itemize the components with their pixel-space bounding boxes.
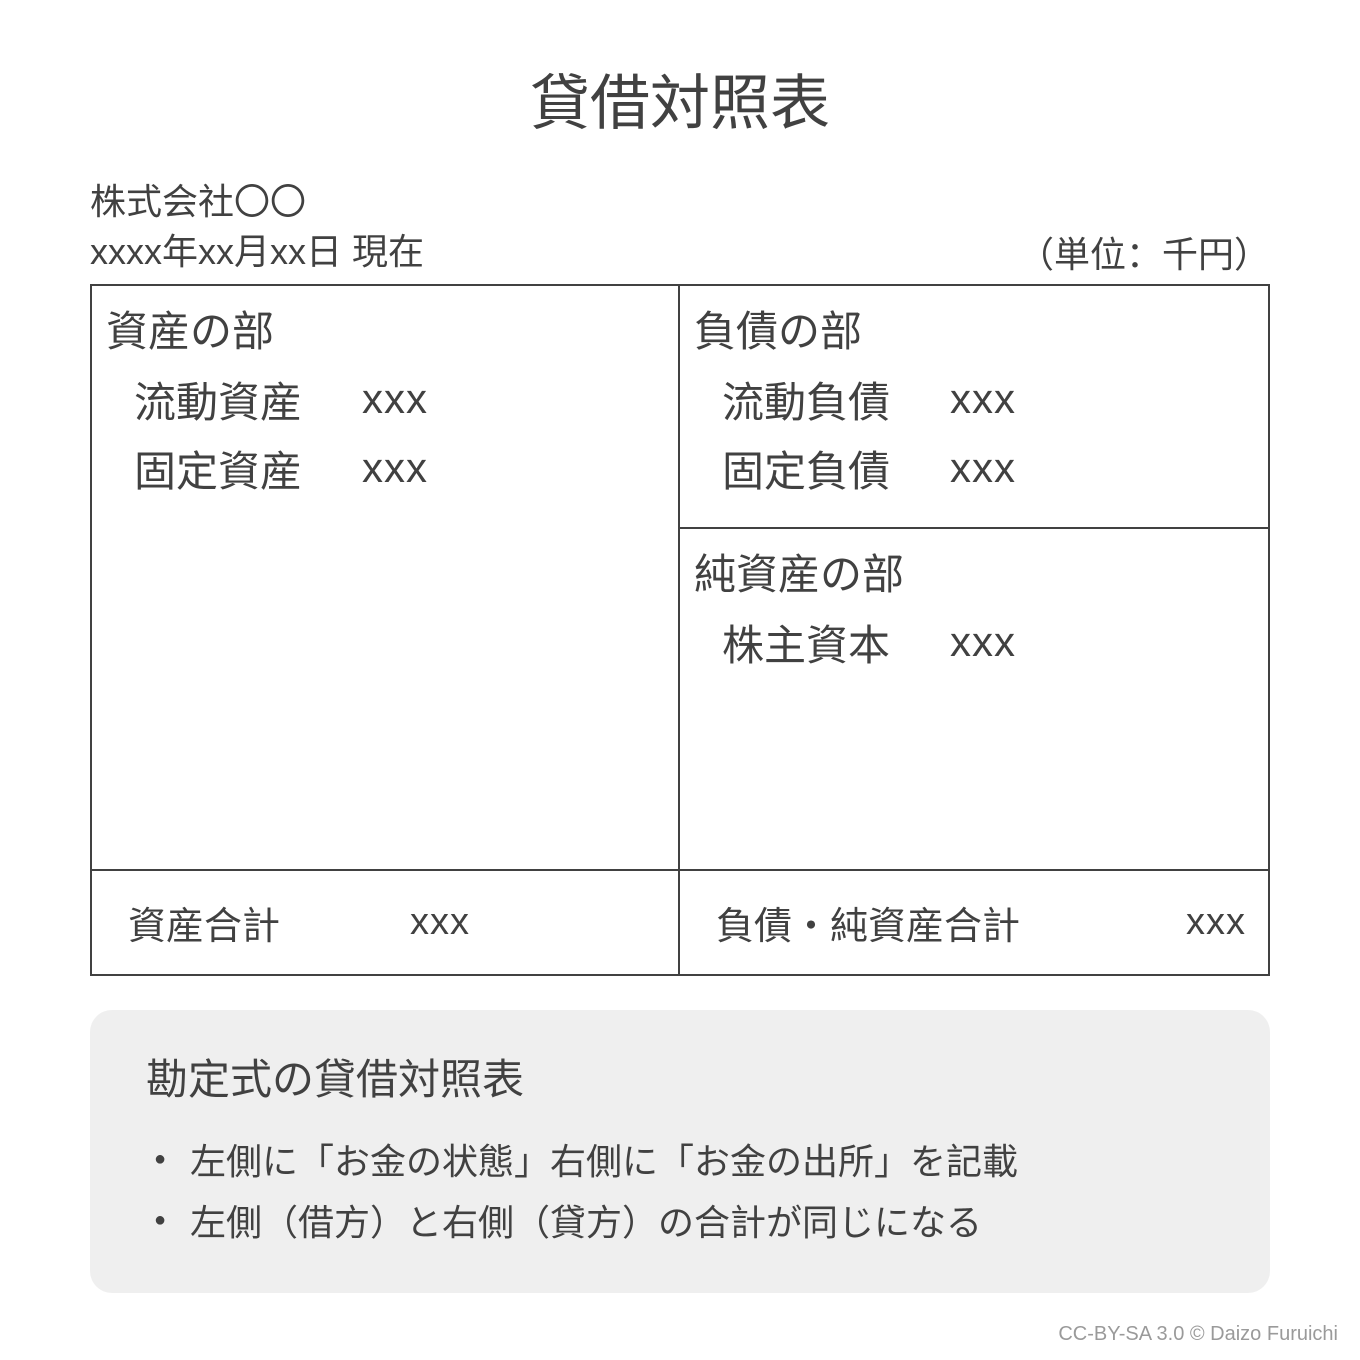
date-line: xxxx年xx月xx日 現在 [90,227,424,277]
line-label: 流動資産 [134,369,302,430]
equity-body: 株主資本 xxx [694,612,1248,802]
note-bullet: 左側に「お金の状態」右側に「お金の出所」を記載 [154,1131,1224,1192]
bs-main-row: 資産の部 流動資産 xxx 固定資産 xxx 負債の部 流動負債 xxx [92,286,1268,869]
line-item: 固定資産 xxx [106,438,658,499]
note-box: 勘定式の貸借対照表 左側に「お金の状態」右側に「お金の出所」を記載 左側（借方）… [90,1010,1270,1293]
equity-heading: 純資産の部 [694,541,1248,602]
line-value: xxx [362,444,428,492]
line-item: 株主資本 xxx [694,612,1248,673]
note-title: 勘定式の貸借対照表 [136,1046,1224,1107]
assets-column: 資産の部 流動資産 xxx 固定資産 xxx [92,286,680,869]
line-value: xxx [950,375,1016,423]
attribution-text: CC-BY-SA 3.0 © Daizo Furuichi [1058,1323,1338,1346]
liabilities-equity-column: 負債の部 流動負債 xxx 固定負債 xxx 純資産の部 株主資本 xxx [680,286,1268,869]
line-label: 株主資本 [722,612,890,673]
line-label: 流動負債 [722,369,890,430]
line-value: xxx [950,444,1016,492]
assets-total-label: 資産合計 [128,895,280,950]
line-value: xxx [362,375,428,423]
company-date-block: 株式会社〇〇 xxxx年xx月xx日 現在 [90,177,424,278]
assets-heading: 資産の部 [106,298,658,359]
line-item: 流動資産 xxx [106,369,658,430]
line-label: 固定資産 [134,438,302,499]
assets-body: 流動資産 xxx 固定資産 xxx [106,369,658,849]
equity-section: 純資産の部 株主資本 xxx [680,529,1268,869]
liabilities-section: 負債の部 流動負債 xxx 固定負債 xxx [680,286,1268,529]
balance-sheet-table: 資産の部 流動資産 xxx 固定資産 xxx 負債の部 流動負債 xxx [90,284,1270,976]
liabilities-equity-total-label: 負債・純資産合計 [716,895,1020,950]
company-name: 株式会社〇〇 [90,177,424,227]
line-label: 固定負債 [722,438,890,499]
liabilities-equity-total-cell: 負債・純資産合計 xxx [680,871,1268,974]
totals-row: 資産合計 xxx 負債・純資産合計 xxx [92,869,1268,974]
line-item: 流動負債 xxx [694,369,1248,430]
assets-total-value: xxx [390,901,470,944]
assets-total-cell: 資産合計 xxx [92,871,680,974]
header-row: 株式会社〇〇 xxxx年xx月xx日 現在 （単位：千円） [90,177,1270,278]
unit-label: （単位：千円） [1018,226,1270,278]
note-list: 左側に「お金の状態」右側に「お金の出所」を記載 左側（借方）と右側（貸方）の合計… [136,1131,1224,1253]
page-title: 貸借対照表 [90,55,1270,142]
line-item: 固定負債 xxx [694,438,1248,499]
liabilities-heading: 負債の部 [694,298,1248,359]
liabilities-equity-total-value: xxx [1166,901,1246,944]
line-value: xxx [950,618,1016,666]
note-bullet: 左側（借方）と右側（貸方）の合計が同じになる [154,1192,1224,1253]
